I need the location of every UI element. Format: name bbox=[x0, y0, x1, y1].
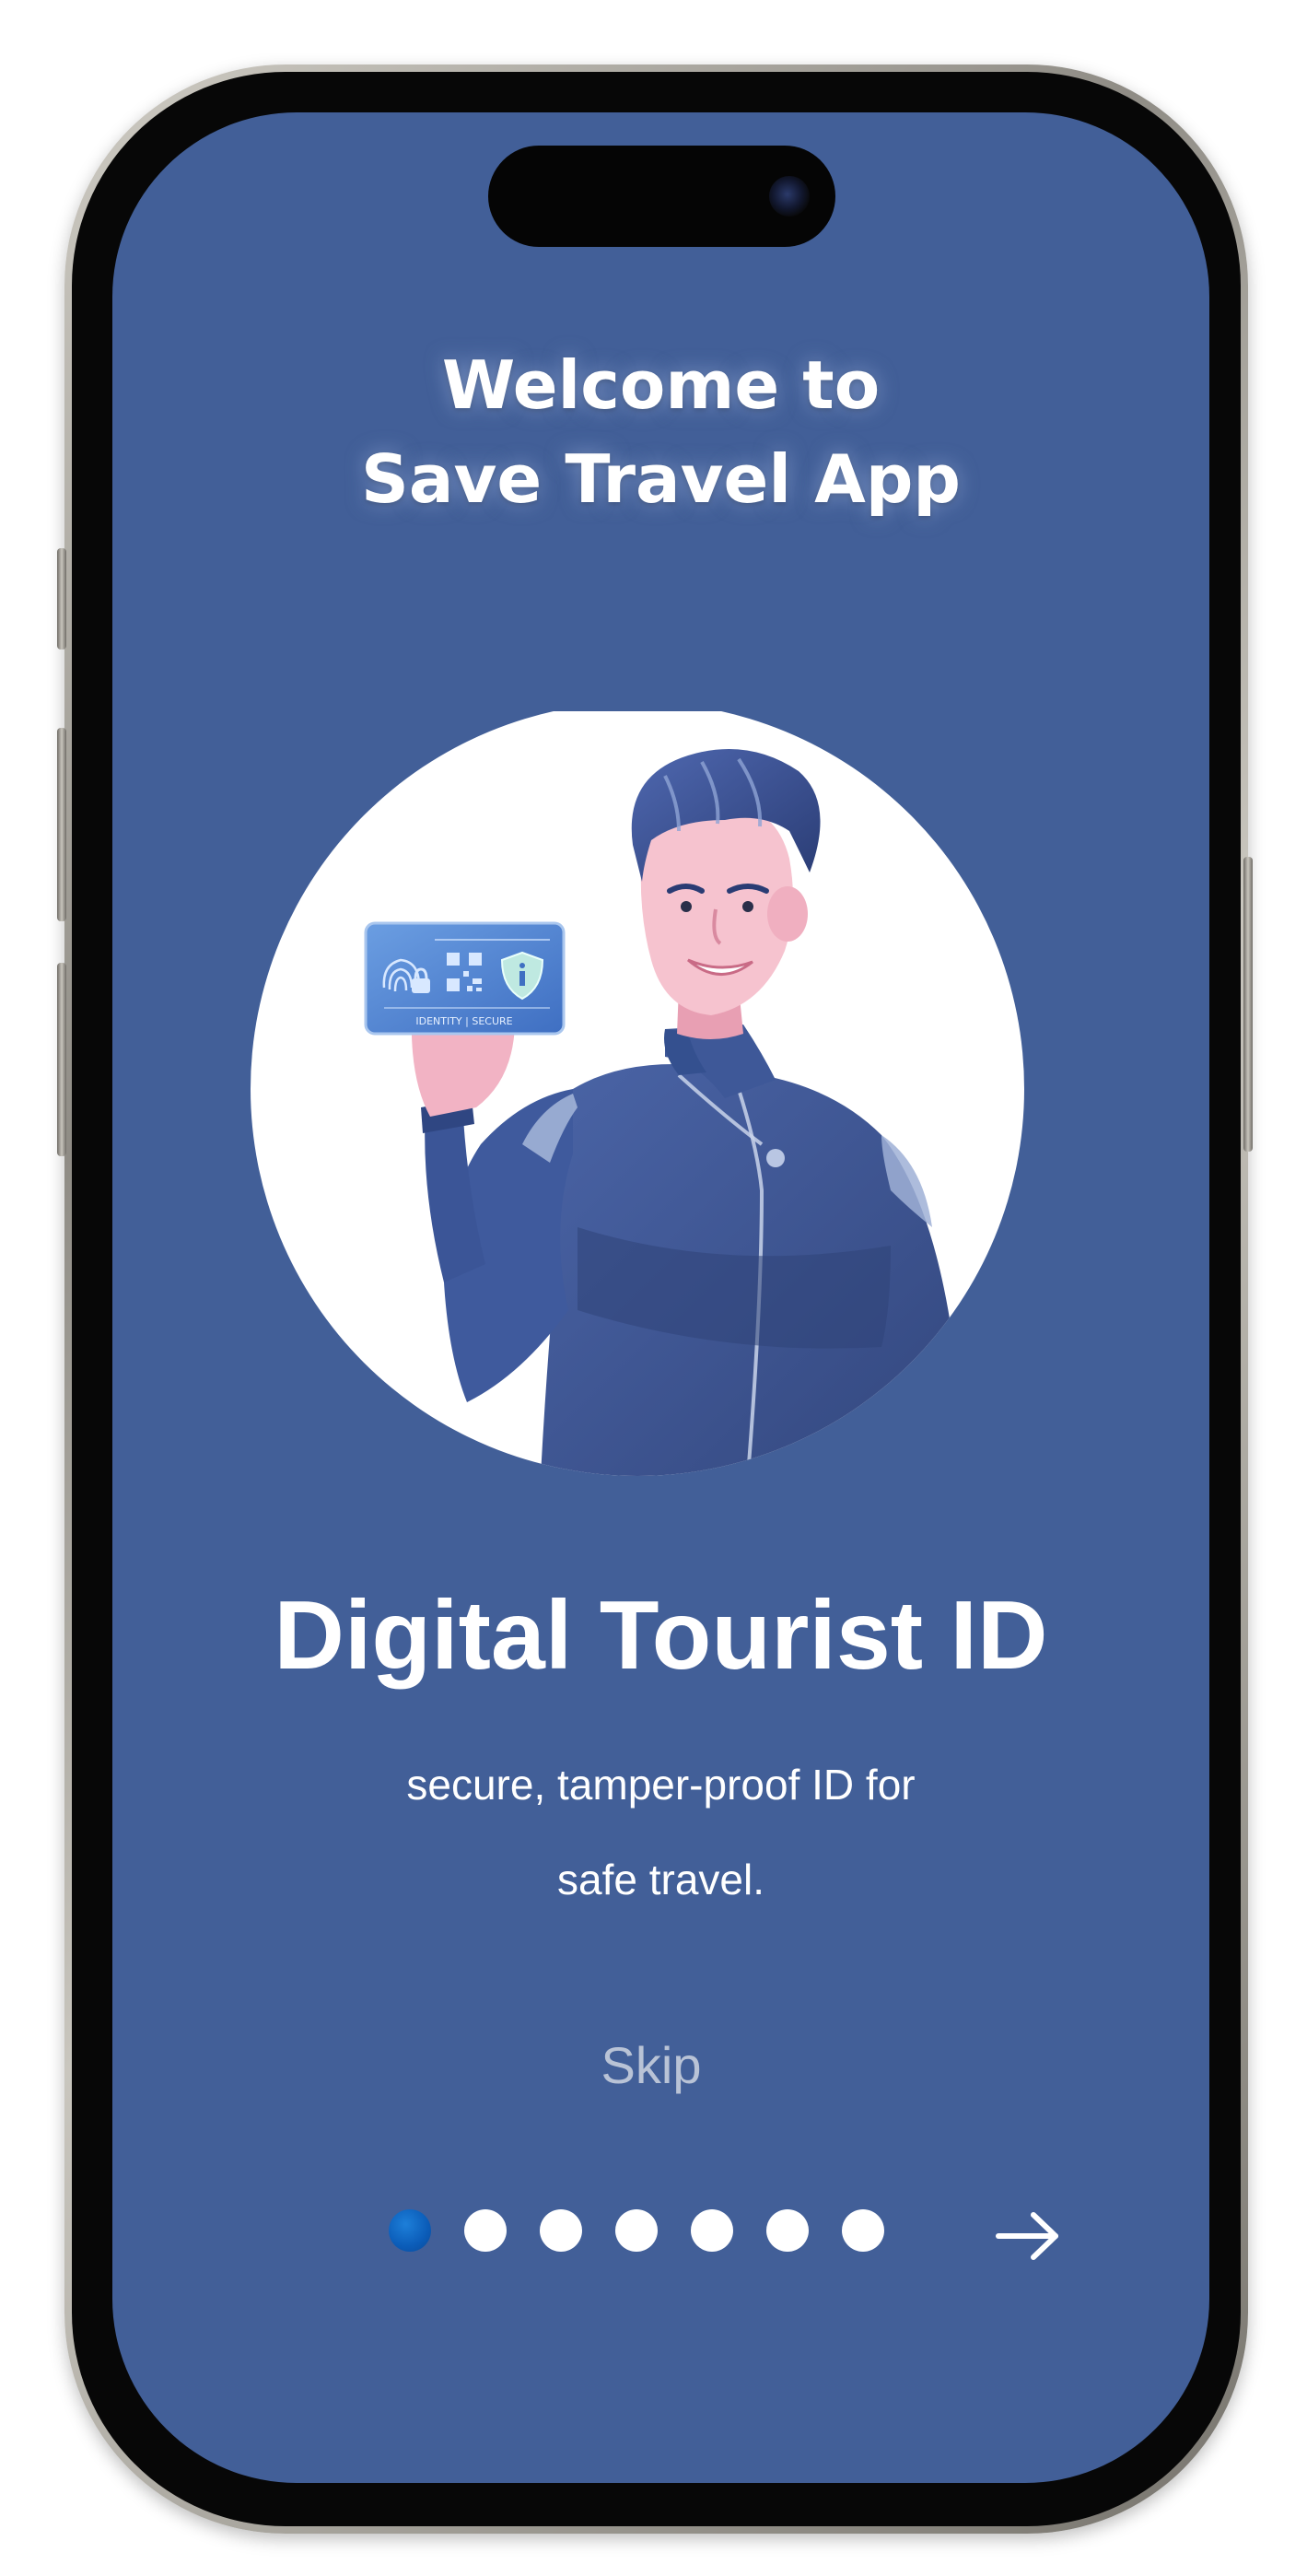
next-button[interactable] bbox=[987, 2195, 1070, 2277]
pagination-dot-5[interactable] bbox=[691, 2209, 733, 2252]
skip-button[interactable]: Skip bbox=[545, 2029, 757, 2102]
volume-up-button bbox=[57, 728, 66, 921]
id-card-caption: IDENTITY | SECURE bbox=[415, 1015, 512, 1027]
arrow-right-icon bbox=[996, 2212, 1058, 2260]
pagination-dot-4[interactable] bbox=[615, 2209, 658, 2252]
tourist-id-illustration: IDENTITY | SECURE bbox=[251, 711, 1024, 1476]
feature-subtitle-line-1: secure, tamper-proof ID for bbox=[406, 1761, 916, 1809]
pagination-dot-7[interactable] bbox=[842, 2209, 884, 2252]
volume-down-button bbox=[57, 963, 66, 1156]
pagination-dot-3[interactable] bbox=[540, 2209, 582, 2252]
pagination-dot-2[interactable] bbox=[464, 2209, 507, 2252]
feature-headline: Digital Tourist ID bbox=[274, 1581, 1048, 1690]
action-button bbox=[57, 548, 66, 650]
welcome-title-line-1: Welcome to bbox=[441, 346, 881, 424]
welcome-title-line-2: Save Travel App bbox=[361, 440, 961, 518]
feature-subtitle-line-2: safe travel. bbox=[557, 1856, 764, 1903]
hero-illustration: IDENTITY | SECURE bbox=[246, 711, 1029, 1476]
dynamic-island bbox=[488, 146, 835, 247]
power-button bbox=[1243, 857, 1253, 1152]
id-card: IDENTITY | SECURE bbox=[364, 921, 566, 1036]
front-camera-icon bbox=[769, 176, 810, 217]
pagination-dot-6[interactable] bbox=[766, 2209, 809, 2252]
pagination-dot-1[interactable] bbox=[389, 2209, 431, 2252]
onboarding-screen: Welcome to Save Travel App IDENTITY | SE… bbox=[112, 112, 1209, 2483]
